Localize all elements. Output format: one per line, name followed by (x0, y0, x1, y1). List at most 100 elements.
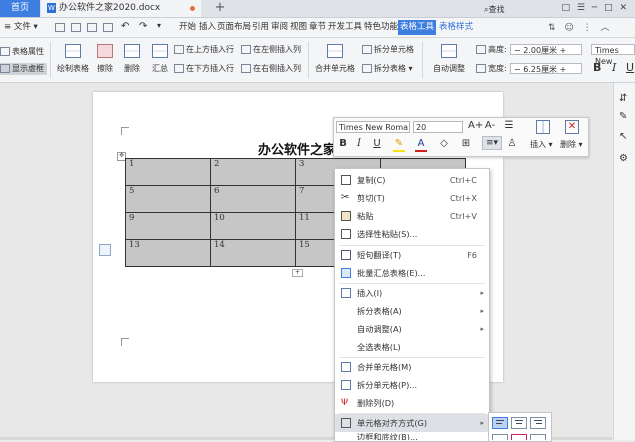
align-middle-left-icon[interactable] (492, 434, 508, 440)
customize-icon[interactable]: ▾ (157, 21, 161, 30)
float-underline-button[interactable]: U (369, 137, 385, 151)
table-cell[interactable]: 2 (210, 158, 296, 186)
menu-item-cut[interactable]: ✂ 剪切(T) Ctrl+X (335, 189, 489, 207)
align-top-right-icon[interactable] (530, 417, 546, 429)
table-cell[interactable]: 10 (210, 212, 296, 240)
auto-fit-button[interactable]: 自动调整 (426, 44, 472, 74)
table-cell[interactable]: 1 (125, 158, 211, 186)
file-menu[interactable]: ≡ 文件 ▾ (4, 18, 38, 37)
table-cell[interactable]: 13 (125, 239, 211, 267)
tab-table-tools[interactable]: 表格工具 (398, 20, 437, 35)
height-input[interactable]: − 2.00厘米 + (510, 44, 582, 55)
menu-item-borders-shading[interactable]: 边框和底纹(B)... (335, 432, 489, 440)
tab-features[interactable]: 特色功能 (362, 20, 400, 35)
tab-review[interactable]: 审阅 (269, 20, 290, 35)
menu-item-paste-special[interactable]: 选择性粘贴(S)... (335, 225, 489, 243)
home-tab[interactable]: 首页 (0, 0, 40, 17)
tab-table-style[interactable]: 表格样式 (437, 20, 475, 35)
float-font-select[interactable]: Times New Roma (336, 121, 410, 133)
split-table-button[interactable]: 拆分表格 ▾ (362, 63, 413, 74)
table-properties-button[interactable]: 表格属性 (0, 46, 44, 57)
borders-icon[interactable]: ⊞ (459, 137, 473, 151)
tab-chapter[interactable]: 章节 (307, 20, 328, 35)
new-tab-button[interactable]: + (211, 0, 229, 17)
float-font-size-select[interactable]: 20 (413, 121, 463, 133)
draw-table-button[interactable]: 绘制表格 (54, 44, 92, 74)
ribbon-font-select[interactable]: Times New (591, 44, 635, 66)
menu-item-delete-column[interactable]: Ψ 删除列(D) (335, 394, 489, 412)
width-input[interactable]: − 6.25厘米 + (510, 63, 582, 74)
float-delete-button[interactable]: 删除 ▾ (560, 139, 583, 150)
save-icon[interactable] (55, 23, 65, 32)
table-cell[interactable]: 9 (125, 212, 211, 240)
menu-item-auto-fit[interactable]: 自动调整(A) ▸ (335, 320, 489, 338)
align-menu-icon[interactable]: ≡▾ (482, 136, 502, 150)
float-italic-button[interactable]: I (353, 137, 365, 151)
shading-icon[interactable]: ◇ (437, 137, 451, 151)
document-title[interactable]: 办公软件之家 (258, 139, 336, 158)
highlight-icon[interactable]: ✎ (392, 137, 406, 151)
ribbon-underline-button[interactable]: U (626, 61, 634, 74)
insert-col-right-button[interactable]: 在右侧插入列 (241, 63, 301, 74)
menu-item-insert[interactable]: 插入(I) ▸ (335, 284, 489, 302)
delete-button[interactable]: 删除 (118, 44, 146, 74)
tab-view[interactable]: 视图 (288, 20, 309, 35)
ribbon-bold-button[interactable]: B (593, 61, 601, 74)
shrink-font-icon[interactable]: A- (484, 119, 496, 133)
line-spacing-icon[interactable]: ☰ (501, 119, 517, 133)
tab-page-layout[interactable]: 页面布局 (215, 20, 253, 35)
format-icon[interactable]: ✎ (619, 111, 627, 122)
menu-item-cell-alignment[interactable]: 单元格对齐方式(G) ▸ (335, 414, 489, 432)
align-top-center-icon[interactable] (511, 417, 527, 429)
panel-toggle-icon[interactable]: ⇵ (619, 93, 627, 104)
menu-item-select-table[interactable]: 全选表格(L) (335, 338, 489, 356)
menu-item-merge-cells[interactable]: 合并单元格(M) (335, 358, 489, 376)
menu-item-split-table[interactable]: 拆分表格(A) ▸ (335, 302, 489, 320)
settings-icon[interactable]: ⚙ (619, 153, 628, 164)
table-cell[interactable]: 14 (210, 239, 296, 267)
height-plus[interactable]: + (557, 46, 567, 55)
float-bold-button[interactable]: B (337, 137, 349, 151)
share-icons[interactable]: ⇅ ☺ ⋮ ︿ (548, 20, 613, 33)
print-icon[interactable] (87, 23, 97, 32)
align-middle-right-icon[interactable] (530, 434, 546, 440)
align-top-left-icon[interactable] (492, 417, 508, 429)
ribbon-italic-button[interactable]: I (612, 61, 616, 74)
insert-row-above-button[interactable]: 在上方插入行 (174, 44, 234, 55)
print-preview-icon[interactable] (103, 23, 113, 32)
insert-col-left-button[interactable]: 在左侧插入列 (241, 44, 301, 55)
float-insert-button[interactable]: 插入 ▾ (530, 139, 553, 150)
undo-icon[interactable]: ↶ (121, 21, 129, 32)
erase-button[interactable]: 擦除 (93, 44, 117, 74)
split-cells-button[interactable]: 拆分单元格 (362, 44, 414, 55)
export-pdf-icon[interactable] (71, 23, 81, 32)
align-middle-center-icon[interactable] (511, 434, 527, 440)
insert-row-below-button[interactable]: 在下方插入行 (174, 63, 234, 74)
tab-home[interactable]: 开始 (177, 20, 198, 35)
add-row-handle-icon[interactable]: + (292, 269, 303, 277)
tab-developer[interactable]: 开发工具 (326, 20, 364, 35)
paint-bucket-icon[interactable]: ♙ (505, 137, 519, 151)
select-icon[interactable]: ↖ (619, 131, 627, 142)
menu-item-split-cells[interactable]: 拆分单元格(P)... (335, 376, 489, 394)
redo-icon[interactable]: ↷ (139, 21, 147, 32)
height-minus[interactable]: − (514, 46, 523, 55)
width-plus[interactable]: + (557, 65, 567, 74)
paragraph-layout-icon[interactable] (99, 244, 111, 256)
font-color-icon[interactable]: A (414, 137, 428, 151)
menu-item-batch-summary[interactable]: 批量汇总表格(E)... (335, 264, 489, 282)
tab-references[interactable]: 引用 (250, 20, 271, 35)
show-grid-button[interactable]: 显示虚框 (0, 63, 47, 75)
grow-font-icon[interactable]: A+ (468, 119, 483, 133)
document-tab[interactable]: W 办公软件之家2020.docx (41, 0, 201, 17)
delete-table-x-icon[interactable]: ✕ (565, 120, 579, 134)
merge-cells-button[interactable]: 合并单元格 (312, 44, 358, 74)
menu-item-translate[interactable]: 短句翻译(T) F6 (335, 246, 489, 264)
window-controls[interactable]: □ ☰ ─ □ ✕ (562, 0, 629, 17)
menu-item-copy[interactable]: 复制(C) Ctrl+C (335, 171, 489, 189)
summarize-button[interactable]: 汇总 (148, 44, 172, 74)
search-box[interactable]: ⌕查找 (484, 3, 524, 16)
table-cell[interactable]: 6 (210, 185, 296, 213)
table-cell[interactable]: 5 (125, 185, 211, 213)
insert-table-icon[interactable] (536, 120, 550, 134)
